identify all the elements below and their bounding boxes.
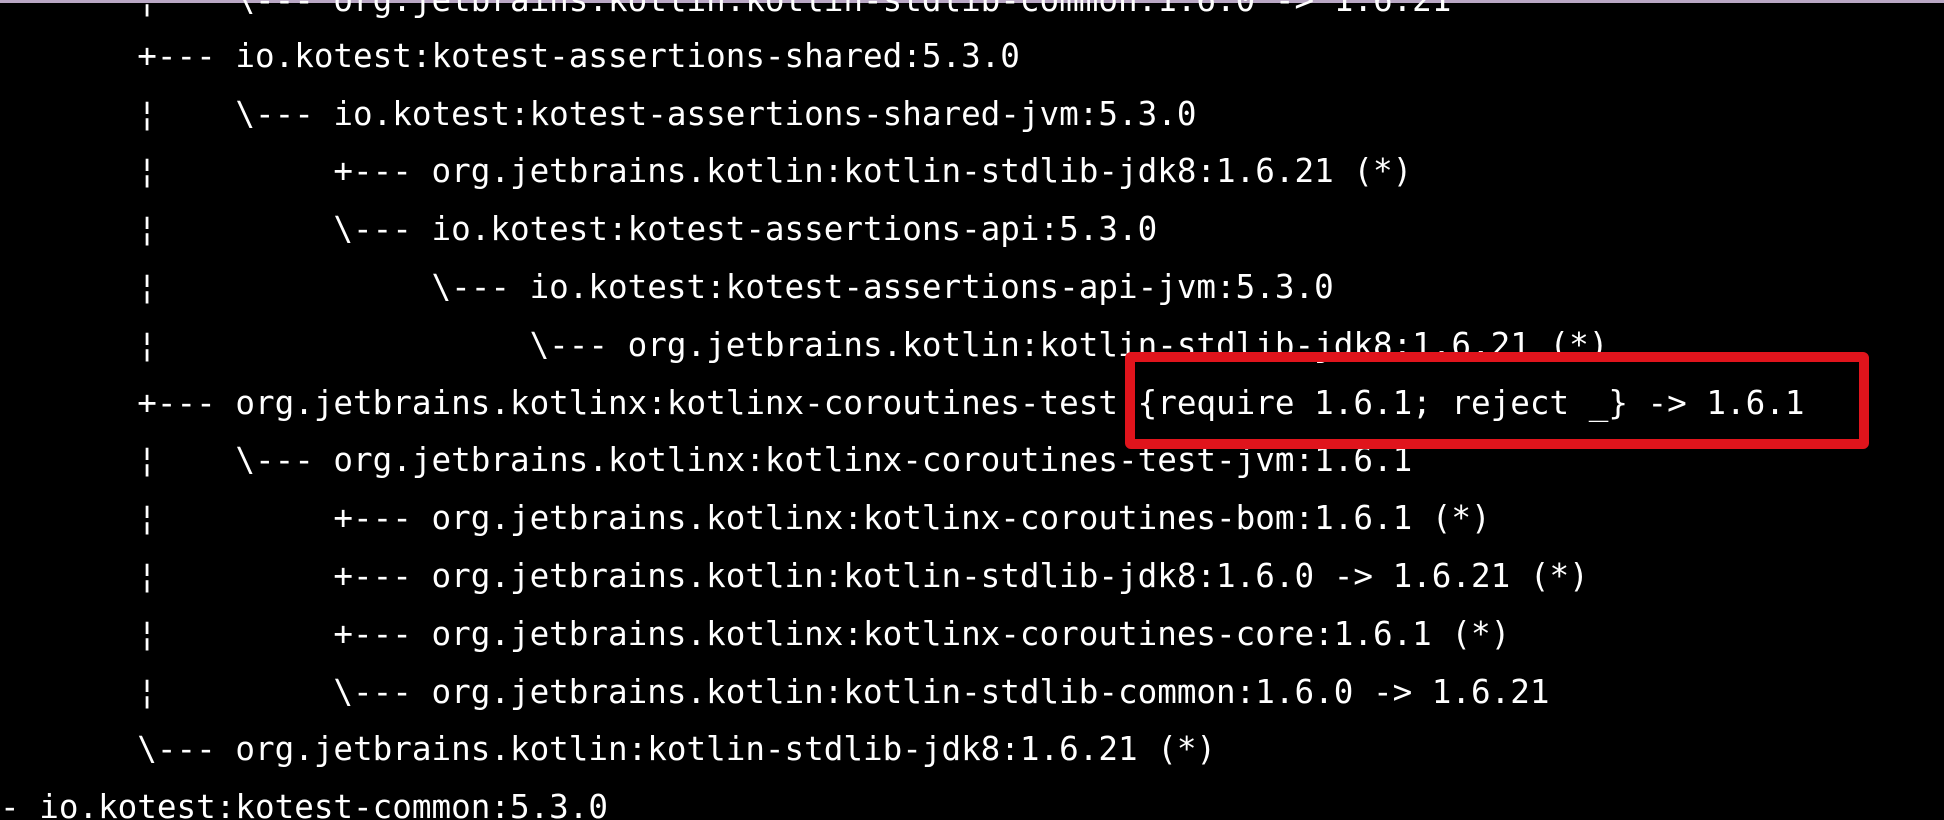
dependency-line: ¦ \--- io.kotest:kotest-assertions-share… [0, 95, 1197, 133]
dependency-line: +--- io.kotest:kotest-assertions-shared:… [0, 37, 1020, 75]
dependency-line: ¦ +--- org.jetbrains.kotlin:kotlin-stdli… [0, 152, 1413, 190]
dependency-line: ¦ +--- org.jetbrains.kotlin:kotlin-stdli… [0, 557, 1589, 595]
dependency-line: ¦ \--- io.kotest:kotest-assertions-api-j… [0, 268, 1334, 306]
dependency-line: ¦ \--- org.jetbrains.kotlin:kotlin-stdli… [0, 673, 1550, 711]
dependency-line: \--- org.jetbrains.kotlin:kotlin-stdlib-… [0, 730, 1217, 768]
dependency-line: ¦ \--- org.jetbrains.kotlin:kotlin-stdli… [0, 0, 1452, 19]
version-constraint-highlight-box [1125, 352, 1869, 449]
dependency-line: ¦ +--- org.jetbrains.kotlinx:kotlinx-cor… [0, 615, 1511, 653]
terminal-output[interactable]: ¦ \--- org.jetbrains.kotlin:kotlin-stdli… [0, 0, 1944, 820]
dependency-line: ¦ \--- io.kotest:kotest-assertions-api:5… [0, 210, 1158, 248]
dependency-line: ¦ +--- org.jetbrains.kotlinx:kotlinx-cor… [0, 499, 1491, 537]
dependency-line: - io.kotest:kotest-common:5.3.0 [0, 788, 609, 820]
